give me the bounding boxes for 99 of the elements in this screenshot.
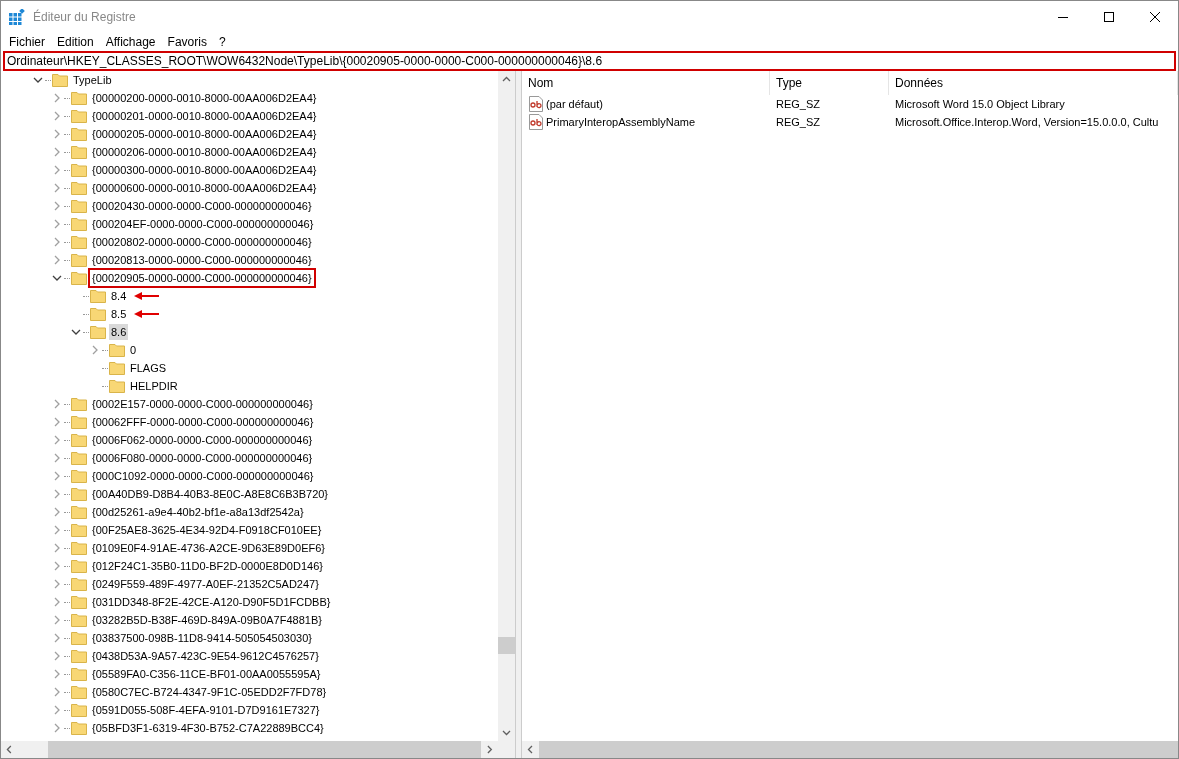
folder-icon: [71, 433, 87, 447]
menu-item[interactable]: Favoris: [161, 32, 213, 51]
folder-icon: [109, 379, 125, 393]
app-icon: [9, 8, 25, 25]
tree-item[interactable]: {0591D055-508F-4EFA-9101-D7D9161E7327}: [90, 702, 322, 718]
value-name[interactable]: PrimaryInteropAssemblyName: [546, 113, 696, 131]
folder-icon: [71, 163, 87, 177]
maximize-icon[interactable]: [1104, 11, 1114, 22]
folder-icon: [90, 289, 106, 303]
tree-item[interactable]: {03837500-098B-11D8-9414-505054503030}: [90, 630, 314, 646]
menu-item[interactable]: Fichier: [3, 32, 51, 51]
tree-item[interactable]: {000204EF-0000-0000-C000-000000000046}: [90, 216, 316, 232]
folder-icon: [71, 199, 87, 213]
tree-item[interactable]: 8.5: [109, 306, 129, 322]
tree-item[interactable]: {05589FA0-C356-11CE-BF01-00AA0055595A}: [90, 666, 323, 682]
tree-item[interactable]: HELPDIR: [128, 378, 180, 394]
folder-icon: [71, 721, 87, 735]
menu-item[interactable]: ?: [212, 32, 232, 51]
value-type: REG_SZ: [775, 96, 821, 112]
window-title: Éditeur du Registre: [33, 8, 136, 26]
folder-icon: [71, 271, 87, 285]
folder-icon: [71, 541, 87, 555]
value-data: Microsoft.Office.Interop.Word, Version=15.0.0.0, Cultu: [894, 114, 1160, 130]
tree-item[interactable]: {00020905-0000-0000-C000-000000000046}: [90, 270, 314, 286]
menu-item[interactable]: Edition: [51, 32, 100, 51]
vertical-scrollbar[interactable]: [498, 71, 515, 741]
folder-icon: [71, 217, 87, 231]
folder-icon: [71, 91, 87, 105]
tree-item[interactable]: 0: [128, 342, 139, 358]
folder-icon: [71, 127, 87, 141]
folder-icon: [71, 631, 87, 645]
column-header[interactable]: Données: [889, 71, 1178, 95]
tree-item[interactable]: {00020802-0000-0000-C000-000000000046}: [90, 234, 314, 250]
tree-item[interactable]: {00000205-0000-0010-8000-00AA006D2EA4}: [90, 126, 319, 142]
value-name[interactable]: (par défaut): [546, 95, 603, 113]
tree-item[interactable]: {00020813-0000-0000-C000-000000000046}: [90, 252, 314, 268]
tree-item[interactable]: {00062FFF-0000-0000-C000-000000000046}: [90, 414, 316, 430]
folder-icon: [109, 343, 125, 357]
horizontal-scrollbar[interactable]: [1, 741, 515, 758]
folder-icon: [71, 469, 87, 483]
tree-item[interactable]: 8.4: [109, 288, 129, 304]
folder-icon: [71, 703, 87, 717]
tree-item[interactable]: {012F24C1-35B0-11D0-BF2D-0000E8D0D146}: [90, 558, 325, 574]
folder-icon: [71, 109, 87, 123]
folder-icon: [90, 307, 106, 321]
folder-icon: [71, 613, 87, 627]
folder-icon: [71, 415, 87, 429]
tree-item[interactable]: 8.6: [109, 324, 129, 340]
scroll-thumb[interactable]: [47, 741, 482, 758]
folder-icon: [71, 523, 87, 537]
folder-icon: [109, 361, 125, 375]
tree-item[interactable]: {0006F080-0000-0000-C000-000000000046}: [90, 450, 315, 466]
string-value-icon: [528, 114, 544, 130]
folder-icon: [71, 577, 87, 591]
folder-icon: [71, 397, 87, 411]
close-icon[interactable]: [1150, 11, 1160, 22]
tree-item[interactable]: {00A40DB9-D8B4-40B3-8E0C-A8E8C6B3B720}: [90, 486, 331, 502]
tree-item[interactable]: {0249F559-489F-4977-A0EF-21352C5AD247}: [90, 576, 321, 592]
tree-item[interactable]: {05BFD3F1-6319-4F30-B752-C7A22889BCC4}: [90, 720, 326, 736]
tree-item[interactable]: {000C1092-0000-0000-C000-000000000046}: [90, 468, 316, 484]
scroll-thumb[interactable]: [498, 637, 515, 654]
tree-item[interactable]: {0438D53A-9A57-423C-9E54-9612C4576257}: [90, 648, 321, 664]
address-bar[interactable]: Ordinateur\HKEY_CLASSES_ROOT\WOW6432Node\TypeLib\{00020905-0000-0000-C000-000000000046}\8.6: [3, 51, 1176, 71]
folder-icon: [71, 253, 87, 267]
tree-item[interactable]: {00000201-0000-0010-8000-00AA006D2EA4}: [90, 108, 319, 124]
folder-icon: [71, 145, 87, 159]
folder-icon: [71, 451, 87, 465]
tree-item[interactable]: {00F25AE8-3625-4E34-92D4-F0918CF010EE}: [90, 522, 324, 538]
tree-item[interactable]: {03282B5D-B38F-469D-849A-09B0A7F4881B}: [90, 612, 324, 628]
tree-item[interactable]: {0006F062-0000-0000-C000-000000000046}: [90, 432, 315, 448]
value-data: Microsoft Word 15.0 Object Library: [894, 96, 1066, 112]
folder-icon: [71, 595, 87, 609]
column-header[interactable]: Type: [770, 71, 889, 95]
folder-icon: [52, 73, 68, 87]
folder-icon: [71, 559, 87, 573]
tree-item[interactable]: {0580C7EC-B724-4347-9F1C-05EDD2F7FD78}: [90, 684, 329, 700]
tree-item[interactable]: {00000600-0000-0010-8000-00AA006D2EA4}: [90, 180, 319, 196]
value-type: REG_SZ: [775, 114, 821, 130]
string-value-icon: [528, 96, 544, 112]
tree-item[interactable]: FLAGS: [128, 360, 169, 376]
tree-item[interactable]: {00d25261-a9e4-40b2-bf1e-a8a13df2542a}: [90, 504, 306, 520]
tree-item[interactable]: {00020430-0000-0000-C000-000000000046}: [90, 198, 314, 214]
folder-icon: [71, 181, 87, 195]
tree-item[interactable]: {031DD348-8F2E-42CE-A120-D90F5D1FCDBB}: [90, 594, 333, 610]
folder-icon: [71, 649, 87, 663]
tree-item[interactable]: {00000300-0000-0010-8000-00AA006D2EA4}: [90, 162, 319, 178]
tree-item[interactable]: {0002E157-0000-0000-C000-000000000046}: [90, 396, 315, 412]
column-header[interactable]: Nom: [522, 71, 770, 95]
folder-icon: [71, 685, 87, 699]
folder-icon: [71, 235, 87, 249]
menu-item[interactable]: Affichage: [99, 32, 162, 51]
tree-item[interactable]: {0109E0F4-91AE-4736-A2CE-9D63E89D0EF6}: [90, 540, 327, 556]
folder-icon: [71, 505, 87, 519]
folder-icon: [90, 325, 106, 339]
folder-icon: [71, 487, 87, 501]
tree-item[interactable]: TypeLib: [71, 72, 114, 88]
tree-item[interactable]: {00000200-0000-0010-8000-00AA006D2EA4}: [90, 90, 319, 106]
folder-icon: [71, 667, 87, 681]
tree-item[interactable]: {00000206-0000-0010-8000-00AA006D2EA4}: [90, 144, 319, 160]
